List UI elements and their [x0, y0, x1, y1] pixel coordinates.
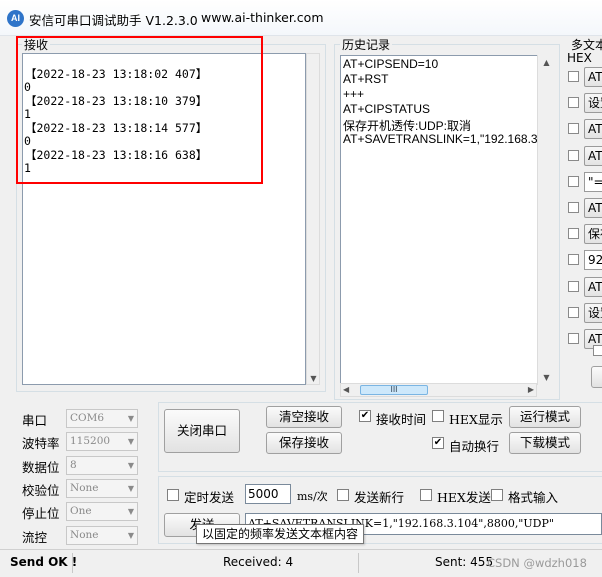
- history-list[interactable]: AT+CIPSEND=10 AT+RST +++ AT+CIPSTATUS 保存开机透传…: [340, 55, 540, 385]
- multitext-hex-checkbox[interactable]: [568, 333, 579, 344]
- multitext-input[interactable]: "=": [584, 171, 602, 192]
- data-bits-label: 数据位: [22, 459, 60, 475]
- status-separator: [358, 553, 359, 573]
- multitext-hex-checkbox[interactable]: [568, 123, 579, 135]
- scroll-down-arrow-icon[interactable]: ▼: [308, 374, 319, 383]
- baud-rate-label: 波特率: [22, 436, 60, 452]
- status-sent-count: Sent: 455: [435, 555, 494, 569]
- baud-rate-value: 115200: [70, 435, 111, 448]
- format-input-checkbox[interactable]: [491, 489, 503, 501]
- multitext-send-button[interactable]: AT: [584, 145, 602, 166]
- download-mode-button[interactable]: 下载模式: [509, 432, 581, 454]
- history-vertical-scrollbar[interactable]: ▲ ▼: [537, 55, 554, 385]
- baud-rate-select[interactable]: 115200 ▼: [66, 432, 138, 452]
- multitext-send-button[interactable]: AT: [584, 67, 602, 87]
- format-input-label: 格式输入: [508, 490, 559, 505]
- highlight-annotation: [16, 36, 263, 184]
- scroll-right-arrow-icon[interactable]: ▶: [528, 385, 534, 394]
- multitext-hex-checkbox[interactable]: [568, 97, 579, 109]
- receive-scrollbar[interactable]: ▼: [306, 53, 320, 385]
- multitext-hex-checkbox[interactable]: [568, 71, 579, 82]
- window-title-url: www.ai-thinker.com: [201, 10, 324, 25]
- window-title: 安信可串口调试助手 V1.2.3.0: [29, 13, 198, 28]
- multitext-hex-header: HEX: [567, 51, 592, 65]
- data-bits-value: 8: [70, 458, 77, 471]
- close-port-button[interactable]: 关闭串口: [164, 409, 240, 453]
- history-item[interactable]: AT+RST: [343, 72, 388, 86]
- multitext-hex-checkbox[interactable]: [568, 228, 579, 240]
- stop-bits-label: 停止位: [22, 506, 60, 522]
- history-item[interactable]: +++: [343, 87, 364, 101]
- data-bits-select[interactable]: 8 ▼: [66, 455, 138, 475]
- multitext-loop-checkbox[interactable]: [593, 345, 602, 356]
- port-select[interactable]: COM6 ▼: [66, 409, 138, 428]
- multitext-send-button[interactable]: 保存: [584, 224, 602, 245]
- status-received-count: Received: 4: [223, 555, 294, 569]
- scroll-down-arrow-icon[interactable]: ▼: [541, 373, 552, 382]
- hex-send-label: HEX发送: [437, 490, 491, 505]
- multitext-send-button[interactable]: AT: [584, 276, 602, 297]
- multitext-send-button[interactable]: AT: [584, 198, 602, 218]
- history-item[interactable]: AT+SAVETRANSLINK=1,"192.168.3.104",8800,…: [343, 132, 539, 146]
- hex-display-checkbox[interactable]: [432, 410, 444, 422]
- send-newline-checkbox[interactable]: [337, 489, 349, 501]
- send-newline-label: 发送新行: [354, 490, 405, 505]
- chevron-down-icon[interactable]: ▼: [128, 457, 134, 474]
- send-interval-unit: ms/次: [297, 490, 328, 503]
- hex-display-label: HEX显示: [449, 412, 503, 427]
- stop-bits-value: One: [70, 505, 92, 518]
- multitext-hex-checkbox[interactable]: [568, 280, 579, 292]
- scroll-left-arrow-icon[interactable]: ◀: [343, 385, 349, 394]
- parity-value: None: [70, 481, 99, 494]
- save-receive-button[interactable]: 保存接收: [266, 432, 342, 454]
- history-item[interactable]: AT+CIPSEND=10: [343, 57, 438, 71]
- send-button-tooltip: 以固定的频率发送文本框内容: [196, 524, 365, 544]
- status-send-ok: Send OK !: [10, 555, 78, 569]
- history-item[interactable]: AT+CIPSTATUS: [343, 102, 430, 116]
- port-value: COM6: [70, 412, 105, 424]
- chevron-down-icon[interactable]: ▼: [128, 527, 134, 544]
- chevron-down-icon[interactable]: ▼: [128, 410, 134, 427]
- timed-send-label: 定时发送: [184, 490, 235, 505]
- multitext-extra-button[interactable]: [591, 366, 602, 388]
- multitext-hex-checkbox[interactable]: [568, 149, 579, 161]
- multitext-hex-checkbox[interactable]: [568, 306, 579, 318]
- run-mode-button[interactable]: 运行模式: [509, 406, 581, 428]
- auto-newline-checkbox[interactable]: ✔: [432, 437, 444, 449]
- clear-receive-button[interactable]: 清空接收: [266, 406, 342, 428]
- auto-newline-label: 自动换行: [449, 439, 500, 454]
- port-label: 串口: [22, 413, 48, 428]
- flow-control-label: 流控: [22, 529, 48, 545]
- multitext-send-button[interactable]: AT: [584, 119, 602, 140]
- chevron-down-icon[interactable]: ▼: [128, 503, 134, 520]
- parity-label: 校验位: [22, 482, 60, 498]
- timed-send-checkbox[interactable]: [167, 489, 179, 501]
- stop-bits-select[interactable]: One ▼: [66, 502, 138, 522]
- status-separator: [72, 553, 73, 573]
- app-logo-icon: AI: [7, 10, 24, 27]
- receive-time-checkbox[interactable]: ✔: [359, 410, 371, 422]
- send-interval-input[interactable]: 5000: [245, 484, 291, 504]
- scroll-up-arrow-icon[interactable]: ▲: [541, 58, 552, 67]
- multitext-hex-checkbox[interactable]: [568, 254, 579, 266]
- hex-send-checkbox[interactable]: [420, 489, 432, 501]
- multitext-send-button[interactable]: 设置: [584, 302, 602, 323]
- chevron-down-icon[interactable]: ▼: [128, 480, 134, 497]
- multitext-send-button[interactable]: 设置: [584, 93, 602, 114]
- multitext-hex-checkbox[interactable]: [568, 202, 579, 213]
- flow-control-select[interactable]: None ▼: [66, 525, 138, 545]
- history-group-label: 历史记录: [340, 36, 393, 53]
- flow-control-value: None: [70, 528, 99, 541]
- chevron-down-icon[interactable]: ▼: [128, 433, 134, 450]
- watermark-text: CSDN @wdzh018: [487, 556, 587, 570]
- parity-select[interactable]: None ▼: [66, 478, 138, 498]
- receive-time-label: 接收时间: [376, 412, 427, 427]
- multitext-input[interactable]: 92.: [584, 250, 602, 271]
- multitext-hex-checkbox[interactable]: [568, 175, 579, 187]
- history-scroll-thumb[interactable]: III: [360, 385, 428, 395]
